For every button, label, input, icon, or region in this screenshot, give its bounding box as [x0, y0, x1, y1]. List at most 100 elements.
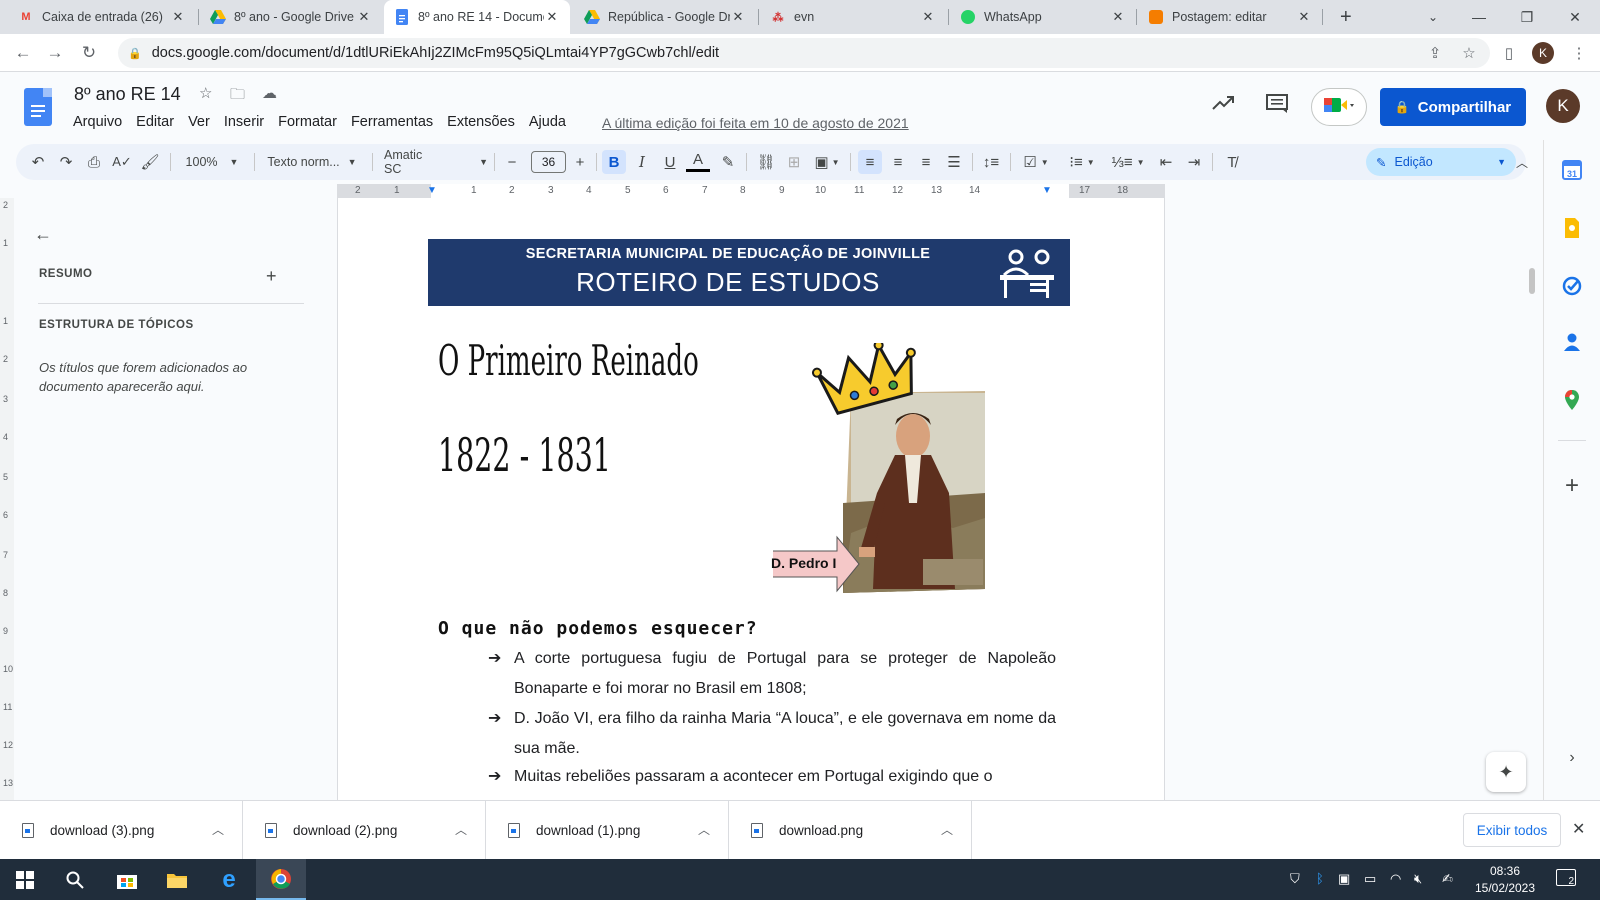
chevron-up-icon[interactable]: ︿ [941, 821, 953, 838]
reload-button[interactable]: ↻ [76, 40, 102, 66]
font-family-select[interactable]: Amatic SC ▼ [378, 148, 488, 176]
side-panel-icon[interactable]: ▯ [1496, 38, 1522, 68]
link-icon[interactable]: ⛓ [754, 150, 778, 174]
cloud-saved-icon[interactable]: ☁ [262, 84, 277, 102]
zoom-select[interactable]: 100% ▼ [180, 150, 244, 174]
star-icon[interactable]: ☆ [199, 84, 212, 102]
close-tab-icon[interactable]: ✕ [1296, 9, 1312, 25]
undo-icon[interactable]: ↶ [26, 150, 50, 174]
download-item[interactable]: download (2).png ︿ [243, 801, 486, 860]
increase-indent-icon[interactable]: ⇥ [1182, 150, 1206, 174]
line-spacing-icon[interactable]: ↕≡ [978, 150, 1004, 174]
clear-formatting-icon[interactable]: T̸ [1220, 150, 1244, 174]
defender-icon[interactable]: ⛉ [1290, 871, 1300, 887]
spellcheck-icon[interactable]: A✓ [110, 150, 134, 174]
share-button[interactable]: 🔒 Compartilhar [1380, 88, 1526, 126]
show-side-panel-icon[interactable]: › [1560, 746, 1584, 770]
keep-icon[interactable] [1560, 216, 1584, 240]
maps-icon[interactable] [1560, 388, 1584, 412]
show-all-downloads-button[interactable]: Exibir todos [1463, 813, 1561, 847]
user-avatar[interactable]: K [1546, 89, 1580, 123]
bulleted-list-icon[interactable]: ⁝≡ ▼ [1062, 150, 1102, 174]
numbered-list-icon[interactable]: ⅓≡ ▼ [1108, 150, 1148, 174]
download-item[interactable]: download.png ︿ [729, 801, 972, 860]
last-edit-link[interactable]: A última edição foi feita em 10 de agost… [602, 115, 909, 131]
tab-drive-republica[interactable]: República - Google Drive ✕ [574, 0, 756, 34]
battery-icon[interactable]: ▭ [1364, 871, 1376, 887]
close-tab-icon[interactable]: ✕ [920, 9, 936, 25]
store-icon[interactable] [102, 859, 152, 900]
menu-ferramentas[interactable]: Ferramentas [351, 114, 433, 130]
increase-font-size-button[interactable]: + [570, 150, 590, 174]
bookmark-star-icon[interactable]: ☆ [1456, 38, 1482, 68]
document-page[interactable]: SECRETARIA MUNICIPAL DE EDUCAÇÃO DE JOIN… [337, 198, 1165, 800]
left-indent-marker[interactable]: ▼ [427, 185, 437, 196]
comments-icon[interactable] [1266, 94, 1288, 120]
redo-icon[interactable]: ↷ [54, 150, 78, 174]
menu-formatar[interactable]: Formatar [278, 114, 337, 130]
close-tab-icon[interactable]: ✕ [544, 9, 560, 25]
add-summary-icon[interactable]: + [266, 266, 277, 287]
chrome-icon[interactable] [256, 859, 306, 900]
menu-ajuda[interactable]: Ajuda [529, 114, 566, 130]
chevron-up-icon[interactable]: ︿ [698, 821, 710, 838]
menu-extensoes[interactable]: Extensões [447, 114, 515, 130]
new-tab-button[interactable]: + [1330, 0, 1360, 34]
profile-button[interactable]: K [1530, 38, 1556, 68]
bluetooth-icon[interactable]: ᛒ [1316, 871, 1324, 886]
menu-arquivo[interactable]: Arquivo [73, 114, 122, 130]
tab-gmail[interactable]: M Caixa de entrada (26) ✕ [8, 0, 196, 34]
share-page-icon[interactable]: ⇪ [1422, 38, 1448, 68]
text-color-button[interactable]: A [686, 150, 710, 172]
file-explorer-icon[interactable] [152, 859, 202, 900]
download-item[interactable]: download (3).png ︿ [0, 801, 243, 860]
chevron-up-icon[interactable]: ︿ [455, 821, 467, 838]
close-tab-icon[interactable]: ✕ [356, 9, 372, 25]
tab-whatsapp[interactable]: WhatsApp ✕ [950, 0, 1136, 34]
insert-image-icon[interactable]: ▣ ▼ [810, 150, 844, 174]
document-scrollbar[interactable] [1529, 268, 1535, 294]
notifications-icon[interactable]: 2 [1556, 869, 1576, 887]
close-tab-icon[interactable]: ✕ [170, 9, 186, 25]
document-title[interactable]: 8º ano RE 14 [74, 84, 181, 105]
url-input[interactable]: 🔒 docs.google.com/document/d/1dtlURiEkAh… [118, 38, 1490, 68]
add-comment-icon[interactable]: ⊞ [782, 150, 806, 174]
edge-icon[interactable]: e [204, 859, 254, 900]
paragraph-style-select[interactable]: Texto norm... ▼ [262, 150, 362, 174]
tab-evn[interactable]: ⁂ evn ✕ [760, 0, 946, 34]
collapse-menus-icon[interactable]: ︿ [1510, 150, 1534, 174]
system-clock[interactable]: 08:36 15/02/2023 [1470, 863, 1540, 897]
contacts-icon[interactable] [1560, 330, 1584, 354]
close-outline-icon[interactable]: ← [34, 224, 52, 245]
start-button[interactable] [0, 859, 50, 900]
meet-now-icon[interactable]: ▣ [1338, 871, 1350, 887]
italic-button[interactable]: I [630, 150, 654, 174]
pen-icon[interactable]: ✍︎ [1442, 871, 1453, 887]
chevron-up-icon[interactable]: ︿ [212, 821, 224, 838]
calendar-icon[interactable]: 31 [1560, 158, 1584, 182]
align-left-icon[interactable]: ≡ [858, 150, 882, 174]
close-downloads-icon[interactable]: ✕ [1572, 819, 1585, 839]
align-right-icon[interactable]: ≡ [914, 150, 938, 174]
move-folder-icon[interactable]: 🗀 [230, 84, 245, 109]
close-tab-icon[interactable]: ✕ [730, 9, 746, 25]
bold-button[interactable]: B [602, 150, 626, 174]
minimize-button[interactable]: — [1456, 0, 1502, 34]
tab-search-icon[interactable]: ⌄ [1410, 0, 1456, 34]
print-icon[interactable]: ⎙ [82, 150, 106, 174]
underline-button[interactable]: U [658, 150, 682, 174]
forward-button[interactable]: → [42, 40, 68, 66]
tab-docs-active[interactable]: 8º ano RE 14 - Documentos ✕ [384, 0, 570, 34]
highlight-icon[interactable]: ✎ [716, 150, 740, 174]
meet-button[interactable] [1311, 88, 1367, 126]
decrease-font-size-button[interactable]: − [502, 150, 522, 174]
align-center-icon[interactable]: ≡ [886, 150, 910, 174]
tab-drive-8ano[interactable]: 8º ano - Google Drive ✕ [200, 0, 382, 34]
browser-menu-icon[interactable]: ⋮ [1566, 38, 1592, 68]
editing-mode-select[interactable]: ✎ Edição ▼ [1366, 148, 1516, 176]
tab-blogger[interactable]: Postagem: editar ✕ [1138, 0, 1322, 34]
close-tab-icon[interactable]: ✕ [1110, 9, 1126, 25]
close-window-button[interactable]: ✕ [1552, 0, 1598, 34]
back-button[interactable]: ← [10, 40, 36, 66]
get-addons-icon[interactable]: + [1560, 472, 1584, 499]
